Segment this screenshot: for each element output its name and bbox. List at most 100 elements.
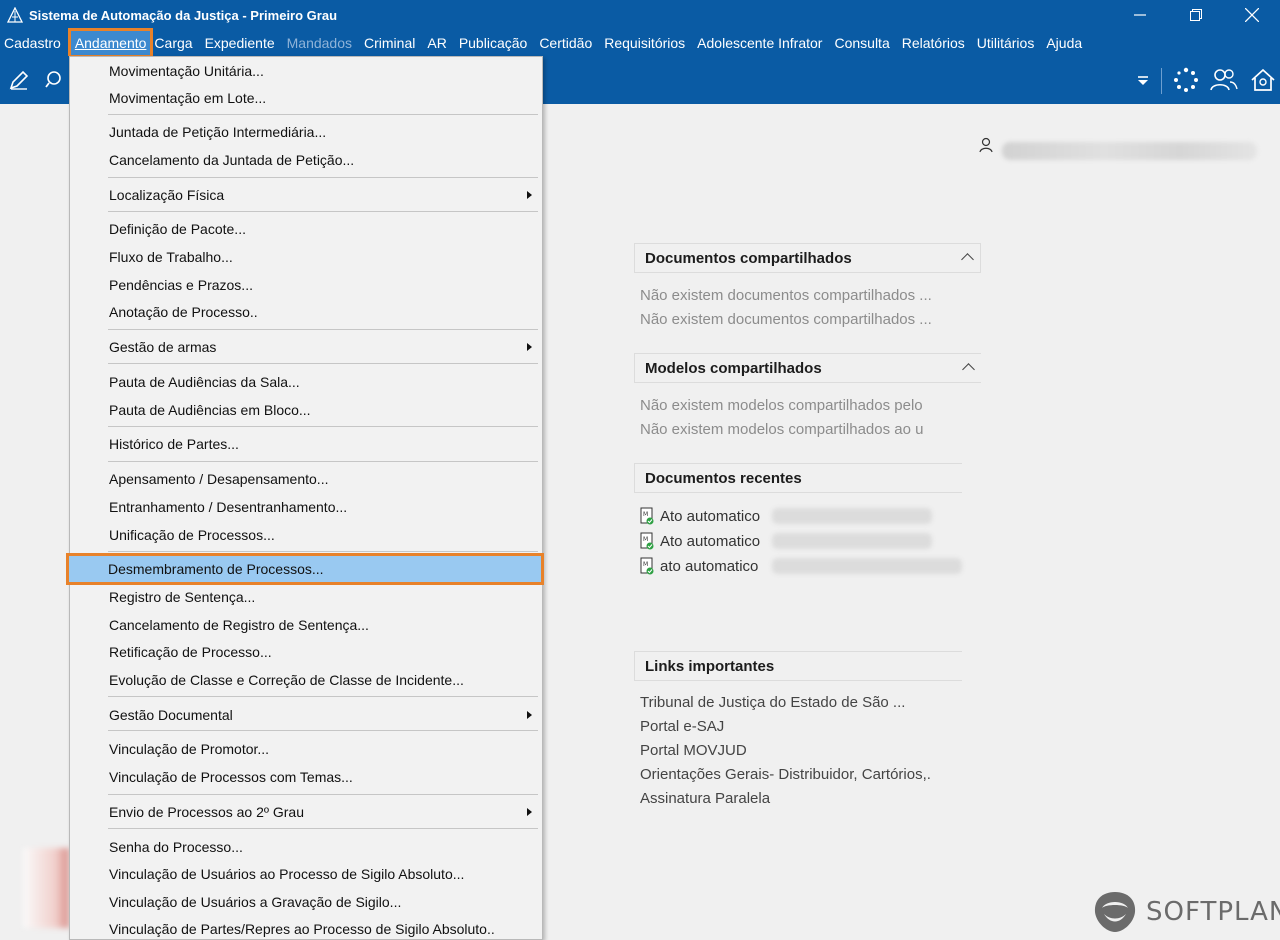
search-button[interactable] [41,66,69,94]
menu-item-label: Movimentação em Lote... [109,90,267,106]
menu-item-28[interactable]: Vinculação de Usuários a Gravação de Sig… [70,889,542,915]
important-link[interactable]: Assinatura Paralela [640,790,770,807]
shared-models-line: Não existem modelos compartilhados pelo [640,397,923,414]
menu-relatorios[interactable]: Relatórios [902,31,971,55]
menu-item-11[interactable]: Pauta de Audiências da Sala... [70,369,542,395]
menu-ajuda[interactable]: Ajuda [1046,31,1088,55]
menu-mandados[interactable]: Mandados [287,31,358,55]
menu-item-9[interactable]: Anotação de Processo.. [70,299,542,325]
recent-doc-item[interactable]: Mato automatico [640,555,758,577]
menu-item-label: Registro de Sentença... [109,589,256,605]
menu-andamento[interactable]: Andamento [67,28,154,58]
menu-item-6[interactable]: Definição de Pacote... [70,216,542,242]
menu-cadastro[interactable]: Cadastro [4,31,67,55]
users-button[interactable] [1210,66,1238,94]
menu-item-19[interactable]: Cancelamento de Registro de Sentença... [70,612,542,638]
menu-item-23[interactable]: Vinculação de Promotor... [70,736,542,762]
restore-button[interactable] [1168,0,1224,30]
menu-separator [108,730,538,731]
menu-certidao[interactable]: Certidão [539,31,598,55]
shared-docs-title: Documentos compartilhados [645,250,852,267]
important-link[interactable]: Tribunal de Justiça do Estado de São ... [640,694,905,711]
shared-docs-line: Não existem documentos compartilhados ..… [640,311,932,328]
menu-criminal[interactable]: Criminal [364,31,421,55]
collapse-chevron-icon[interactable] [961,253,974,266]
menu-item-label: Envio de Processos ao 2º Grau [109,804,304,820]
menu-item-14[interactable]: Apensamento / Desapensamento... [70,466,542,492]
menu-item-12[interactable]: Pauta de Audiências em Bloco... [70,397,542,423]
recent-docs-title: Documentos recentes [645,470,802,487]
menu-separator [108,426,538,427]
menu-item-17[interactable]: Desmembramento de Processos... [66,553,544,585]
svg-text:M: M [643,536,648,543]
menu-item-label: Cancelamento de Registro de Sentença... [109,617,369,633]
menu-item-26[interactable]: Senha do Processo... [70,834,542,860]
softplan-logo: SOFTPLAN [1092,890,1280,934]
edit-button[interactable] [5,66,33,94]
recent-doc-label: Ato automatico [660,532,761,550]
menu-item-18[interactable]: Registro de Sentença... [70,584,542,610]
menu-bar: Cadastro Andamento Carga Expediente Mandados… [0,28,1280,58]
shared-models-line: Não existem modelos compartilhados ao u [640,421,924,438]
menu-item-27[interactable]: Vinculação de Usuários ao Processo de Si… [70,861,542,887]
menu-item-29[interactable]: Vinculação de Partes/Repres ao Processo … [70,916,542,940]
menu-item-22[interactable]: Gestão Documental [70,702,542,728]
menu-item-8[interactable]: Pendências e Prazos... [70,272,542,298]
submenu-arrow-icon [527,711,532,719]
toolbar-dropdown-button[interactable] [1129,66,1157,94]
menu-publicacao[interactable]: Publicação [459,31,534,55]
menu-item-20[interactable]: Retificação de Processo... [70,639,542,665]
svg-text:M: M [643,561,648,568]
menu-item-15[interactable]: Entranhamento / Desentranhamento... [70,494,542,520]
important-link[interactable]: Portal e-SAJ [640,718,724,735]
recent-doc-number-redacted [772,508,932,524]
menu-item-label: Fluxo de Trabalho... [109,249,233,265]
shared-docs-header[interactable]: Documentos compartilhados [634,243,981,273]
menu-adolescente-infrator[interactable]: Adolescente Infrator [697,31,828,55]
menu-item-4[interactable]: Cancelamento da Juntada de Petição... [70,147,542,173]
submenu-arrow-icon [527,191,532,199]
menu-item-label: Apensamento / Desapensamento... [109,471,329,487]
menu-item-label: Retificação de Processo... [109,644,272,660]
recent-docs-header: Documentos recentes [634,463,962,493]
minimize-button[interactable] [1112,0,1168,30]
menu-item-label: Vinculação de Partes/Repres ao Processo … [109,921,495,937]
menu-item-1[interactable]: Movimentação Unitária... [70,58,542,84]
recent-doc-item[interactable]: M Ato automatico [640,530,760,552]
home-button[interactable] [1249,66,1277,94]
menu-item-21[interactable]: Evolução de Classe e Correção de Classe … [70,667,542,693]
app-logo-icon [7,7,23,23]
menu-item-label: Definição de Pacote... [109,221,246,237]
menu-ar[interactable]: AR [427,31,452,55]
menu-item-label: Vinculação de Promotor... [109,741,270,757]
recent-doc-item[interactable]: M Ato automatico [640,505,760,527]
close-icon [1245,8,1259,22]
menu-item-25[interactable]: Envio de Processos ao 2º Grau [70,799,542,825]
menu-expediente[interactable]: Expediente [205,31,281,55]
menu-item-24[interactable]: Vinculação de Processos com Temas... [70,764,542,790]
menu-item-7[interactable]: Fluxo de Trabalho... [70,244,542,270]
menu-utilitarios[interactable]: Utilitários [977,31,1041,55]
important-link[interactable]: Orientações Gerais- Distribuidor, Cartór… [640,766,931,783]
menu-item-3[interactable]: Juntada de Petição Intermediária... [70,119,542,145]
close-button[interactable] [1224,0,1280,30]
menu-item-16[interactable]: Unificação de Processos... [70,522,542,548]
menu-item-label: Cancelamento da Juntada de Petição... [109,152,355,168]
menu-item-13[interactable]: Histórico de Partes... [70,431,542,457]
menu-item-5[interactable]: Localização Física [70,182,542,208]
menu-carga[interactable]: Carga [154,31,198,55]
menu-item-label: Entranhamento / Desentranhamento... [109,499,348,515]
andamento-dropdown-menu: Movimentação Unitária... Movimentação em … [66,56,544,940]
menu-consulta[interactable]: Consulta [834,31,895,55]
svg-text:M: M [643,511,648,518]
toolbar-separator [1161,68,1162,94]
loading-button[interactable] [1172,66,1200,94]
important-link[interactable]: Portal MOVJUD [640,742,747,759]
menu-item-label: Pauta de Audiências em Bloco... [109,402,311,418]
recent-doc-label: ato automatico [660,557,759,575]
menu-item-2[interactable]: Movimentação em Lote... [70,85,542,111]
menu-requisitorios[interactable]: Requisitórios [604,31,691,55]
shared-models-header[interactable]: Modelos compartilhados [634,353,981,383]
collapse-chevron-icon[interactable] [962,363,975,376]
menu-item-10[interactable]: Gestão de armas [70,334,542,360]
